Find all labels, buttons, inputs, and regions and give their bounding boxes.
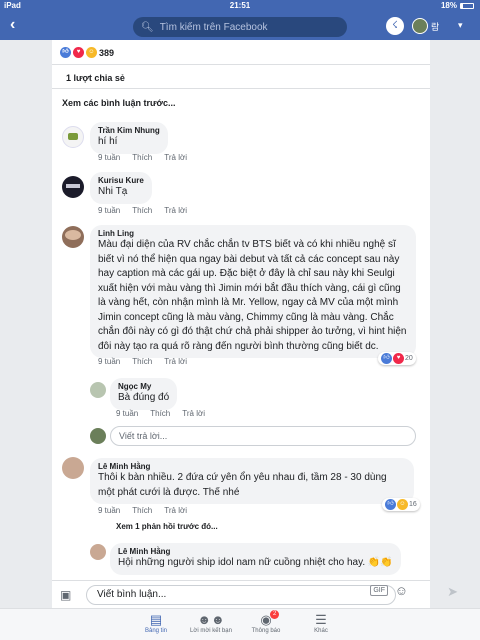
like-button[interactable]: Thích [132,206,152,215]
haha-reaction-icon: ☺ [86,47,97,58]
reply-button[interactable]: Trả lời [164,153,187,162]
comment-actions: 9 tuần Thích Trả lời [98,206,187,215]
menu-icon: ☰ [315,612,327,627]
send-icon[interactable]: ➤ [447,584,458,600]
love-reaction-icon: ♥ [73,47,84,58]
comment-text: Nhi Tạ [98,186,128,197]
tab-notifications[interactable]: ◉ 2 Thông báo [236,610,296,634]
like-button[interactable]: Thích [132,357,152,366]
comment-text: Thôi k bàn nhiều. 2 đứa cứ yên ổn yêu nh… [98,472,387,498]
commenter-name[interactable]: Ngọc My [118,382,169,391]
bell-icon: ◉ [260,612,272,627]
comment-bubble: Linh Ling Màu đại diện của RV chắc chắn … [90,225,416,358]
reply-input[interactable]: Viết trả lời... [110,426,416,446]
comment-actions: 9 tuần Thích Trả lời [116,409,205,418]
status-bar: iPad 21:51 18% [0,0,480,12]
view-previous-replies-link[interactable]: Xem 1 phản hồi trước đó... [116,522,218,531]
commenter-name[interactable]: Trần Kim Nhung [98,126,160,135]
like-button[interactable]: Thích [132,506,152,515]
reaction-summary[interactable]: 👍︎ ♥ ☺ 389 [60,47,114,58]
comment-time: 9 tuần [98,153,121,162]
search-placeholder: Tìm kiếm trên Facebook [159,21,268,33]
comment-bubble: Trần Kim Nhung hí hí [90,122,168,154]
top-navbar: ‹ 🔍︎ Tìm kiếm trên Facebook ☇ 람 ▾ [0,12,480,40]
battery-status: 18% [441,1,474,10]
share-count[interactable]: 1 lượt chia sẻ [66,73,125,83]
avatar[interactable] [62,126,84,148]
comment-time: 9 tuần [98,357,121,366]
tab-label: Thông báo [251,628,281,634]
reply-button[interactable]: Trả lời [164,206,187,215]
comment-input[interactable]: Viết bình luận... [86,585,396,605]
avatar [90,428,106,444]
reply-bubble: Lê Minh Hằng Hội những người ship idol n… [110,543,401,575]
comment-actions: 9 tuần Thích Trả lời [98,153,187,162]
comment-reactions[interactable]: 👍︎ ♥ 20 [378,352,416,365]
like-reaction-icon: 👍︎ [60,47,71,58]
comment-text: Hội những người ship idol nam nữ cuồng n… [118,557,393,568]
tab-label: Lời mời kết bạn [190,628,232,634]
search-input[interactable]: 🔍︎ Tìm kiếm trên Facebook [133,17,347,37]
commenter-name[interactable]: Kurisu Kure [98,176,144,185]
user-avatar[interactable] [412,18,428,34]
clock: 21:51 [229,1,251,10]
avatar[interactable] [90,544,106,560]
tab-label: Bảng tin [144,628,168,634]
news-feed-icon: ▤ [149,612,163,627]
love-reaction-icon: ♥ [393,353,404,364]
reaction-count: 389 [99,47,115,58]
bottom-tab-bar: ▤ Bảng tin ☻☻ Lời mời kết bạn ◉ 2 Thông … [0,608,480,640]
commenter-name[interactable]: Lê Minh Hằng [118,547,393,556]
comment-actions: 9 tuần Thích Trả lời [98,357,187,366]
tab-more[interactable]: ☰ Khác [291,612,351,634]
comment-composer: ▣ Viết bình luận... GIF ☺ ➤ [52,580,458,608]
comment-time: 9 tuần [98,506,121,515]
avatar[interactable] [62,176,84,198]
reply-button[interactable]: Trả lời [182,409,205,418]
divider [52,88,430,89]
comment-bubble: Lê Minh Hằng Thôi k bàn nhiều. 2 đứa cứ … [90,458,414,504]
avatar[interactable] [62,226,84,248]
avatar[interactable] [62,457,84,479]
reply-button[interactable]: Trả lời [164,506,187,515]
chevron-down-icon[interactable]: ▾ [458,20,463,31]
comment-reaction-count: 16 [409,501,417,508]
comment-time: 9 tuần [116,409,139,418]
battery-percent: 18% [440,1,457,10]
haha-reaction-icon: ☺ [397,499,408,510]
divider [52,64,430,65]
gif-button[interactable]: GIF [370,585,388,596]
comment-text: Bà đúng đó [118,392,170,403]
tab-label: Khác [314,628,328,634]
tab-news-feed[interactable]: ▤ Bảng tin [126,612,186,634]
commenter-name[interactable]: Linh Ling [98,229,408,238]
commenter-name[interactable]: Lê Minh Hằng [98,462,406,471]
reply-bubble: Ngọc My Bà đúng đó [110,378,178,410]
comments-panel: 👍︎ ♥ ☺ 389 1 lượt chia sẻ Xem các bình l… [52,40,430,580]
chevron-left-icon[interactable]: ‹ [10,16,15,34]
comment-text: Màu đại diện của RV chắc chắn tv BTS biế… [98,239,407,352]
comment-reaction-count: 20 [405,355,413,362]
friends-icon: ☻☻ [197,612,225,627]
like-button[interactable]: Thích [150,409,170,418]
comment-bubble: Kurisu Kure Nhi Tạ [90,172,152,204]
emoji-icon[interactable]: ☺ [395,583,408,598]
search-icon: 🔍︎ [141,21,154,33]
avatar[interactable] [90,382,106,398]
like-reaction-icon: 👍︎ [381,353,392,364]
view-previous-comments-link[interactable]: Xem các bình luận trước... [62,98,175,108]
camera-icon[interactable]: ▣ [60,588,71,602]
like-reaction-icon: 👍︎ [385,499,396,510]
messenger-icon[interactable]: ☇ [386,17,404,35]
reply-button[interactable]: Trả lời [164,357,187,366]
like-button[interactable]: Thích [132,153,152,162]
comment-reactions[interactable]: 👍︎ ☺ 16 [382,498,420,511]
comment-text: hí hí [98,136,118,147]
comment-time: 9 tuần [98,206,121,215]
tab-friend-requests[interactable]: ☻☻ Lời mời kết bạn [181,612,241,634]
comment-actions: 9 tuần Thích Trả lời [98,506,187,515]
user-name[interactable]: 람 [431,20,439,33]
battery-icon [460,2,474,9]
